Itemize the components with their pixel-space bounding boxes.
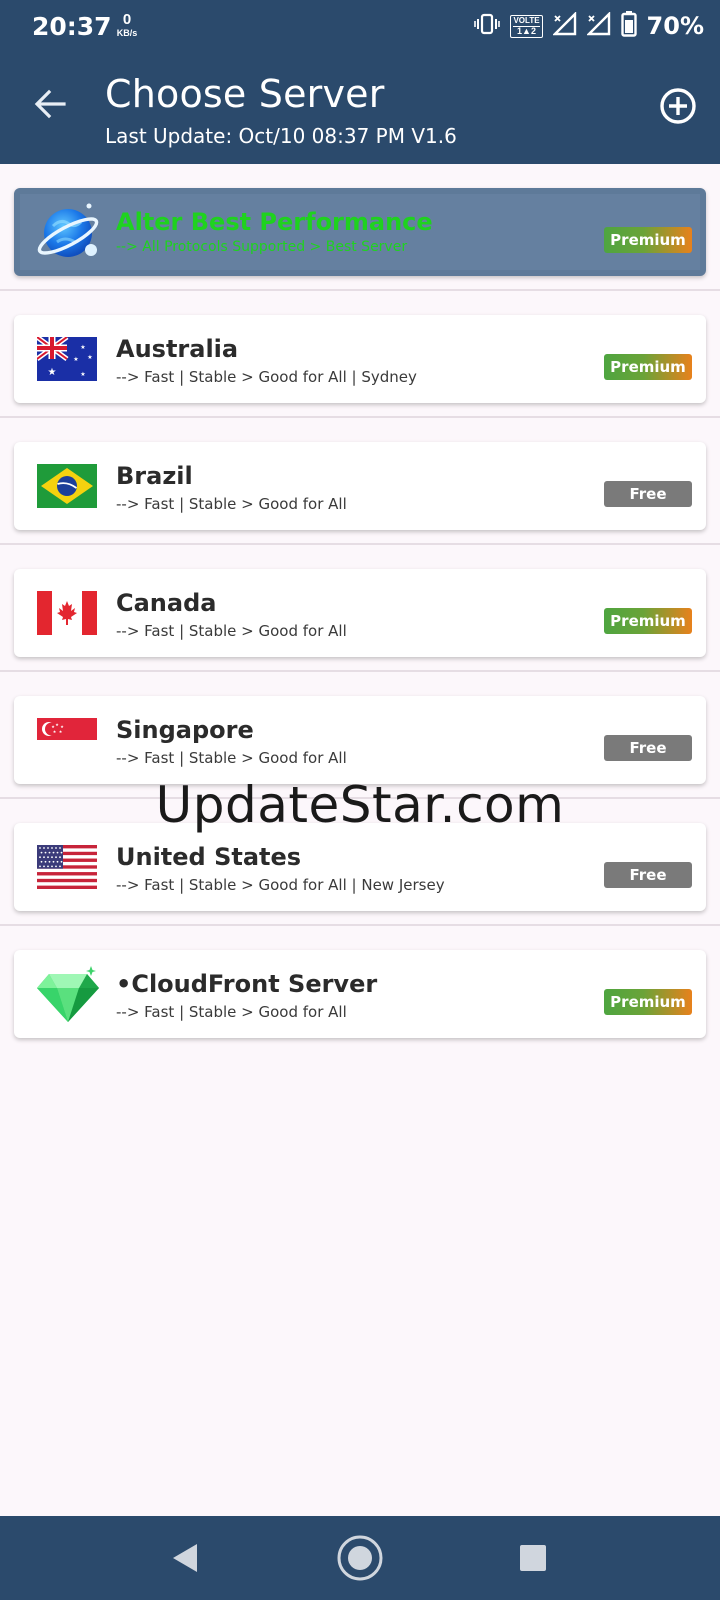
server-name: Alter Best Performance <box>116 208 433 236</box>
server-list: Alter Best Performance --> All Protocols… <box>0 164 720 1053</box>
svg-text:★: ★ <box>51 724 55 729</box>
server-name: Australia <box>116 335 239 363</box>
svg-text:★: ★ <box>80 344 85 351</box>
svg-text:★: ★ <box>48 367 57 378</box>
network-speed-value: 0 <box>122 11 132 28</box>
status-bar: 20:37 0 KB/s VOLTE 1▲2 70% <box>0 0 720 52</box>
add-circle-icon[interactable] <box>658 86 698 126</box>
signal-sim1-icon <box>551 10 577 41</box>
battery-percent: 70% <box>646 12 704 40</box>
free-badge: Free <box>604 862 692 888</box>
page-title: Choose Server <box>105 72 385 116</box>
volte-label: VOLTE <box>513 15 540 25</box>
server-description: --> Fast | Stable > Good for All | Sydne… <box>116 368 417 386</box>
list-item: Canada --> Fast | Stable > Good for All … <box>0 545 720 672</box>
premium-badge: Premium <box>604 354 692 380</box>
canada-flag-icon <box>37 591 97 635</box>
premium-badge: Premium <box>604 227 692 253</box>
nav-back-icon[interactable] <box>161 1534 209 1582</box>
last-update-label: Last Update: Oct/10 08:37 PM V1.6 <box>105 124 457 148</box>
server-name: United States <box>116 843 302 871</box>
list-item: Alter Best Performance --> All Protocols… <box>0 164 720 291</box>
server-name: Brazil <box>116 462 193 490</box>
server-card-australia[interactable]: ★ ★ ★ ★ ★ Australia --> Fast | Stable > … <box>14 315 706 403</box>
battery-icon <box>620 10 637 42</box>
svg-text:★: ★ <box>73 356 78 363</box>
server-card-singapore[interactable]: ★ ★ ★ ★ ★ Singapore --> Fast | Stable > Good… <box>14 696 706 784</box>
status-icons: VOLTE 1▲2 70% <box>474 10 704 42</box>
free-badge: Free <box>604 735 692 761</box>
server-card-brazil[interactable]: Brazil --> Fast | Stable > Good for All … <box>14 442 706 530</box>
svg-text:★: ★ <box>59 729 63 734</box>
usa-flag-icon <box>37 845 97 889</box>
svg-text:★: ★ <box>87 354 92 361</box>
premium-badge: Premium <box>604 608 692 634</box>
diamond-icon <box>35 964 101 1024</box>
premium-badge: Premium <box>604 989 692 1015</box>
nav-home-icon[interactable] <box>336 1534 384 1582</box>
list-item: •CloudFront Server --> Fast | Stable > G… <box>0 926 720 1053</box>
server-name: Singapore <box>116 716 254 744</box>
server-description: --> Fast | Stable > Good for All <box>116 622 347 640</box>
list-item: Brazil --> Fast | Stable > Good for All … <box>0 418 720 545</box>
back-arrow-icon[interactable] <box>30 84 70 124</box>
status-time: 20:37 <box>32 12 112 41</box>
free-badge: Free <box>604 481 692 507</box>
svg-text:★: ★ <box>53 729 57 734</box>
server-name: Canada <box>116 589 217 617</box>
server-card-canada[interactable]: Canada --> Fast | Stable > Good for All … <box>14 569 706 657</box>
server-card-united-states[interactable]: United States --> Fast | Stable > Good f… <box>14 823 706 911</box>
server-name: •CloudFront Server <box>116 970 378 998</box>
volte-icon: VOLTE 1▲2 <box>510 14 543 38</box>
server-description: --> Fast | Stable > Good for All <box>116 749 347 767</box>
volte-sim-label: 1▲2 <box>513 25 540 36</box>
svg-text:★: ★ <box>55 722 59 727</box>
server-card-cloudfront[interactable]: •CloudFront Server --> Fast | Stable > G… <box>14 950 706 1038</box>
server-description: --> Fast | Stable > Good for All <box>116 1003 347 1021</box>
list-item: ★ ★ ★ ★ ★ Australia --> Fast | Stable > … <box>0 291 720 418</box>
server-description: --> All Protocols Supported > Best Serve… <box>116 239 408 255</box>
signal-sim2-icon <box>585 10 611 41</box>
brazil-flag-icon <box>37 464 97 508</box>
network-speed-unit: KB/s <box>116 28 138 38</box>
app-bar: Choose Server Last Update: Oct/10 08:37 … <box>0 52 720 164</box>
planet-icon <box>35 198 101 264</box>
server-description: --> Fast | Stable > Good for All <box>116 495 347 513</box>
server-description: --> Fast | Stable > Good for All | New J… <box>116 876 445 894</box>
svg-text:★: ★ <box>80 371 85 378</box>
nav-recents-icon[interactable] <box>509 1534 557 1582</box>
singapore-flag-icon: ★ ★ ★ ★ ★ <box>37 718 97 762</box>
server-card-best-performance[interactable]: Alter Best Performance --> All Protocols… <box>14 188 706 276</box>
navigation-bar <box>0 1516 720 1600</box>
watermark: UpdateStar.com <box>155 776 565 834</box>
network-speed: 0 KB/s <box>112 12 142 38</box>
vibrate-icon <box>474 12 501 41</box>
australia-flag-icon: ★ ★ ★ ★ ★ <box>37 337 97 381</box>
